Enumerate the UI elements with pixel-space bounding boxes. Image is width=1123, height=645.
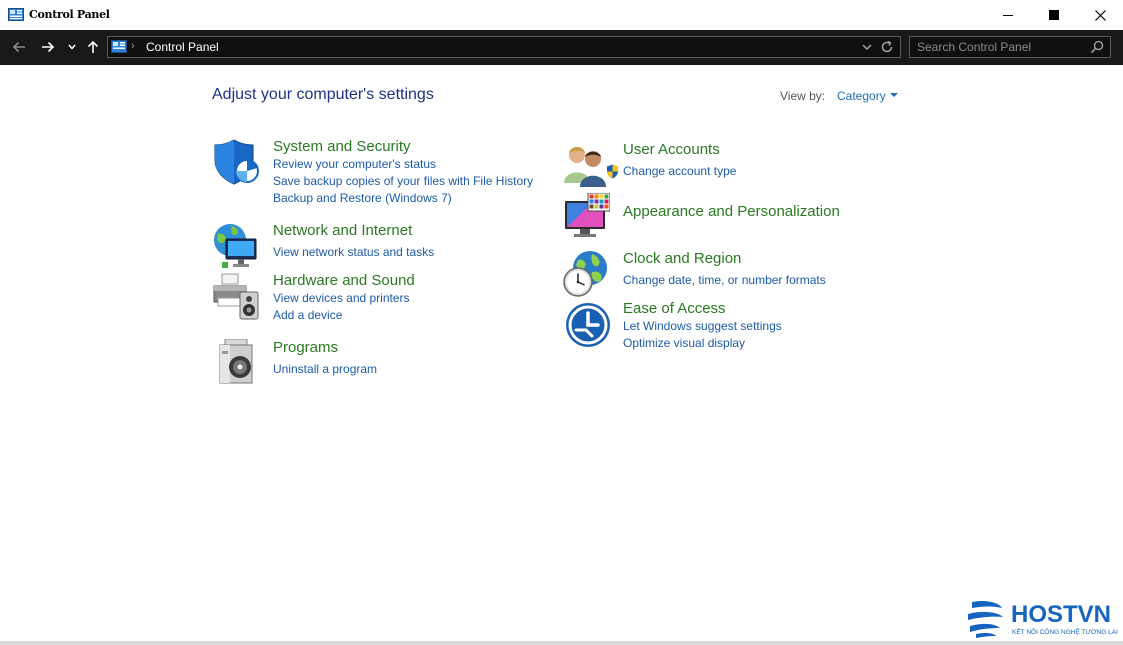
search-input[interactable] <box>910 37 1092 57</box>
window-title: Control Panel <box>29 8 110 21</box>
link-backup-restore[interactable]: Backup and Restore (Windows 7) <box>273 190 533 207</box>
category-title-user-accounts[interactable]: User Accounts <box>623 141 720 158</box>
link-change-account-type[interactable]: Change account type <box>606 163 736 180</box>
view-by-value: Category <box>837 89 886 103</box>
chevron-down-icon <box>68 44 76 50</box>
link-change-account-type-text: Change account type <box>623 164 737 178</box>
maximize-icon <box>1049 10 1059 20</box>
category-title-hardware-sound[interactable]: Hardware and Sound <box>273 272 415 289</box>
chevron-down-icon[interactable] <box>860 40 874 54</box>
view-by-dropdown[interactable]: Category <box>837 89 898 103</box>
link-review-status[interactable]: Review your computer's status <box>273 156 533 173</box>
printer-speaker-icon[interactable] <box>212 272 260 320</box>
link-change-date-time[interactable]: Change date, time, or number formats <box>623 272 826 289</box>
close-button[interactable] <box>1077 0 1123 30</box>
link-uninstall-program[interactable]: Uninstall a program <box>273 361 377 378</box>
shield-icon[interactable] <box>212 138 260 186</box>
uac-shield-icon <box>607 164 618 179</box>
navigation-bar: › Control Panel <box>0 30 1123 65</box>
watermark-brand: HOSTVN <box>1011 601 1112 628</box>
watermark-tagline: KẾT NỐI CÔNG NGHỆ TƯƠNG LAI <box>1012 629 1118 636</box>
category-title-programs[interactable]: Programs <box>273 339 338 356</box>
bottom-edge <box>0 641 1123 645</box>
category-title-clock-region[interactable]: Clock and Region <box>623 250 741 267</box>
category-title-network-internet[interactable]: Network and Internet <box>273 222 412 239</box>
caret-down-icon <box>889 92 898 97</box>
link-devices-printers[interactable]: View devices and printers <box>273 290 410 307</box>
link-suggest-settings[interactable]: Let Windows suggest settings <box>623 318 782 335</box>
recent-locations-button[interactable] <box>63 38 81 56</box>
category-title-appearance-personalization[interactable]: Appearance and Personalization <box>623 203 840 220</box>
programs-disc-icon[interactable] <box>212 339 260 387</box>
back-button[interactable] <box>9 38 29 56</box>
control-panel-icon <box>111 40 127 53</box>
network-globe-icon[interactable] <box>212 222 260 270</box>
refresh-icon[interactable] <box>879 39 895 55</box>
back-arrow-icon <box>12 41 25 53</box>
search-icon[interactable] <box>1090 40 1104 54</box>
link-add-device[interactable]: Add a device <box>273 307 410 324</box>
control-panel-icon <box>8 8 24 21</box>
users-icon[interactable] <box>562 141 610 189</box>
minimize-icon <box>1003 15 1013 16</box>
view-by-label: View by: <box>780 89 826 103</box>
forward-arrow-icon <box>42 41 55 53</box>
page-title: Adjust your computer's settings <box>212 86 434 103</box>
hostvn-logo-icon <box>968 600 1003 638</box>
link-optimize-display[interactable]: Optimize visual display <box>623 335 782 352</box>
category-title-ease-of-access[interactable]: Ease of Access <box>623 300 726 317</box>
forward-button[interactable] <box>38 38 58 56</box>
breadcrumb[interactable]: Control Panel <box>146 40 219 54</box>
address-bar[interactable]: › Control Panel <box>107 36 901 58</box>
up-button[interactable] <box>83 38 103 56</box>
title-bar: Control Panel <box>0 0 1123 30</box>
link-file-history[interactable]: Save backup copies of your files with Fi… <box>273 173 533 190</box>
category-title-system-security[interactable]: System and Security <box>273 138 411 155</box>
search-box[interactable] <box>909 36 1111 58</box>
link-network-status[interactable]: View network status and tasks <box>273 244 434 261</box>
close-icon <box>1094 9 1106 21</box>
monitor-palette-icon[interactable] <box>562 193 610 241</box>
breadcrumb-separator-icon: › <box>131 40 135 52</box>
minimize-button[interactable] <box>985 0 1031 30</box>
clock-globe-icon[interactable] <box>562 250 610 298</box>
ease-of-access-icon[interactable] <box>562 300 610 348</box>
up-arrow-icon <box>87 40 99 53</box>
hostvn-watermark: HOSTVN KẾT NỐI CÔNG NGHỆ TƯƠNG LAI <box>966 600 1123 641</box>
maximize-button[interactable] <box>1031 0 1077 30</box>
